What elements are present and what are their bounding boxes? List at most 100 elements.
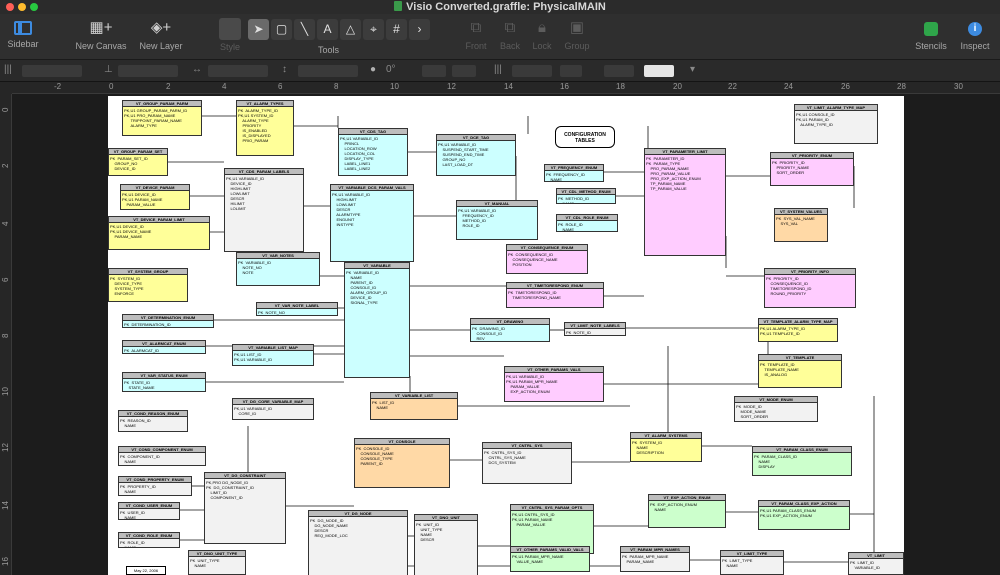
erd-table-vt-variable-list[interactable]: VT_VARIABLE_LIST PK LIST_ID NAME xyxy=(370,392,458,420)
erd-table-vt-variable-dcs-param-vals[interactable]: VT_VARIABLE_DCS_PARAM_VALS PK,U1 VARIABLE… xyxy=(330,184,414,262)
erd-table-vt-variable-list-map[interactable]: VT_VARIABLE_LIST_MAP PK,U1 LIST_ID PK,U1 … xyxy=(232,344,314,366)
erd-table-vt-limit[interactable]: VT_LIMIT PK LIMIT_ID VARIABLE_ID xyxy=(848,552,904,575)
erd-table-vt-cond-reason-enum[interactable]: VT_COND_REASON_ENUM PK REASON_ID NAME xyxy=(118,410,188,432)
erd-table-vt-cond-user-enum[interactable]: VT_COND_USER_ENUM PK USER_ID NAME xyxy=(118,502,180,520)
erd-table-vt-timetorespond-enum[interactable]: VT_TIMETORESPOND_ENUM PK TIMETORESPOND_ID… xyxy=(506,282,604,308)
erd-table-vt-dno-unit[interactable]: VT_DNO_UNIT PK UNIT_ID UNIT_TYPE NAME DES… xyxy=(414,514,478,575)
tools-group: ➤ ▢ ╲ A △ ⌖ # › xyxy=(248,19,430,41)
erd-table-vt-limit-note-labels[interactable]: VT_LIMIT_NOTE_LABELSPK NOTE_ID NOTE xyxy=(564,322,626,336)
align-icon: ||| xyxy=(4,64,12,75)
text-tool-icon[interactable]: A xyxy=(317,19,338,40)
new-layer-button[interactable]: ◈+ New Layer xyxy=(136,18,186,51)
ruler-corner xyxy=(0,82,12,94)
erd-table-vt-cntrl-sys[interactable]: VT_CNTRL_SYS PK CNTRL_SYS_ID CNTRL_SYS_NA… xyxy=(482,442,572,484)
erd-table-vt-cond-role-enum[interactable]: VT_COND_ROLE_ENUM PK ROLE_ID NAME xyxy=(118,532,180,548)
front-button[interactable]: ⧉ Front xyxy=(462,18,490,51)
erd-table-vt-consequence-enum[interactable]: VT_CONSEQUENCE_ENUM PK CONSEQUENCE_ID CON… xyxy=(506,244,588,274)
sidebar-button[interactable]: Sidebar xyxy=(4,18,42,49)
erd-table-vt-dg-node[interactable]: VT_DG_NODE PK DG_NODE_ID DG_NODE_NAME DES… xyxy=(308,510,408,575)
erd-table-vt-var-status-enum[interactable]: VT_VAR_STATUS_ENUM PK STATE_ID STATE_NAME xyxy=(122,372,206,392)
erd-table-vt-cond-property-enum[interactable]: VT_COND_PROPERTY_ENUM PK PROPERTY_ID NAME xyxy=(118,476,192,496)
erd-table-vt-template-alarm-type-map[interactable]: VT_TEMPLATE_ALARM_TYPE_MAP PK,U1 ALARM_TY… xyxy=(758,318,838,342)
back-button[interactable]: ⧉ Back xyxy=(496,18,524,51)
erd-table-vt-limit-alarm-type-map[interactable]: VT_LIMIT_ALARM_TYPE_MAP PK,U1 CONSOLE_ID … xyxy=(794,104,878,144)
new-canvas-button[interactable]: ▦+ New Canvas xyxy=(74,18,128,51)
erd-table-vt-cdl-method-enum[interactable]: VT_CDL_METHOD_ENUM PK METHOD_ID NAME xyxy=(556,188,616,204)
lock-button[interactable]: 🔒︎ Lock xyxy=(528,18,556,51)
shape-tool-icon[interactable]: ▢ xyxy=(271,19,292,40)
erd-table-vt-var-note-label[interactable]: VT_VAR_NOTE_LABELPK NOTE_NO NOTE_NAME xyxy=(256,302,338,316)
erd-table-vt-dg-core-variable-map[interactable]: VT_DG_CORE_VARIABLE_MAP PK,U1 VARIABLE_ID… xyxy=(232,398,314,420)
ruler-tick-label: 6 xyxy=(278,82,283,91)
erd-table-vt-system-group[interactable]: VT_SYSTEM_GROUP PK SYSTEM_ID DEVICE_TYPE … xyxy=(108,268,188,302)
stroke-color-well[interactable] xyxy=(560,65,582,77)
erd-table-vt-device-param[interactable]: VT_DEVICE_PARAM PK,U1 DEVICE_ID PK,U1 PAR… xyxy=(120,184,190,210)
fill-color-well[interactable] xyxy=(644,65,674,77)
diagram-page[interactable]: CONFIGURATION TABLES May 22, 2006 VT_GRO… xyxy=(108,96,904,575)
tools-label: Tools xyxy=(318,45,340,55)
erd-table-vt-drawing[interactable]: VT_DRAWING PK DRAWING_ID CONSOLE_ID REV xyxy=(470,318,550,342)
erd-table-vt-priority-info[interactable]: VT_PRIORITY_INFO PK PRIORITY_ID CONSEQUEN… xyxy=(764,268,856,308)
ruler-tick-label: 8 xyxy=(1,333,10,338)
rotation-knob-icon[interactable]: ● xyxy=(370,64,376,75)
canvas-area[interactable]: CONFIGURATION TABLES May 22, 2006 VT_GRO… xyxy=(12,94,1000,575)
erd-table-vt-dce-tag[interactable]: VT_DCE_TAG PK,U1 VARIABLE_ID SUSPEND_STAR… xyxy=(436,134,516,176)
point-editor-tool-icon[interactable]: ⌖ xyxy=(363,19,384,40)
erd-table-fields: PK ROLE_ID NAME xyxy=(120,540,145,548)
y-position-field[interactable] xyxy=(118,65,178,77)
erd-table-fields: PK,U1 ALARM_TYPE_ID PK,U1 TEMPLATE_ID xyxy=(760,326,806,336)
erd-table-vt-parameter-limit[interactable]: VT_PARAMETER_LIMIT PK PARAMETER_ID PK PAR… xyxy=(644,148,726,256)
erd-table-vt-dno-unit-type[interactable]: VT_DNO_UNIT_TYPE PK UNIT_TYPE NAME xyxy=(188,550,246,575)
erd-table-vt-exp-action-enum[interactable]: VT_EXP_ACTION_ENUM PK EXP_ACTION_ENUM NAM… xyxy=(648,494,726,528)
erd-table-vt-template[interactable]: VT_TEMPLATE PK TEMPLATE_ID TEMPLATE_NAME … xyxy=(758,354,842,388)
pen-tool-icon[interactable]: △ xyxy=(340,19,361,40)
flip-horizontal-button[interactable] xyxy=(422,65,446,77)
erd-table-vt-manual[interactable]: VT_MANUAL PK,U1 VARIABLE_ID FREQUENCY_ID … xyxy=(456,200,538,240)
flip-vertical-button[interactable] xyxy=(452,65,476,77)
erd-table-vt-alarmcat-enum[interactable]: VT_ALARMCAT_ENUMPK ALARMCAT_ID ALARMCAT xyxy=(122,340,206,354)
erd-table-fields: PK,PRO DG_NODE_ID PK DG_CONSTRAINT_ID LI… xyxy=(206,480,255,500)
erd-table-fields: PK,U1 VARIABLE_ID FREQUENCY_ID METHOD_ID… xyxy=(458,208,497,228)
erd-table-vt-cds-param-labels[interactable]: VT_CDS_PARAM_LABELS PK,U1 VARIABLE_ID DEV… xyxy=(224,168,304,252)
x-position-field[interactable] xyxy=(22,65,82,77)
erd-table-vt-cond-component-enum[interactable]: VT_COND_COMPONENT_ENUM PK COMPONENT_ID NA… xyxy=(118,446,206,466)
erd-table-vt-group-param-set[interactable]: VT_GROUP_PARAM_SET PK PARAM_SET_ID GROUP_… xyxy=(108,148,168,176)
erd-table-vt-param-class-exp-action[interactable]: VT_PARAM_CLASS_EXP_ACTION PK,U1 PARAM_CLA… xyxy=(758,500,850,530)
erd-table-vt-var-notes[interactable]: VT_VAR_NOTES PK VARIABLE_ID NOTE_NO NOTE xyxy=(236,252,320,286)
line-tool-icon[interactable]: ╲ xyxy=(294,19,315,40)
erd-table-vt-other-params-valid-vals[interactable]: VT_OTHER_PARAMS_VALID_VALS PK,U1 PARAM_MP… xyxy=(510,546,590,572)
erd-table-vt-variable[interactable]: VT_VARIABLE PK VARIABLE_ID NAME PARENT_ID… xyxy=(344,262,410,378)
erd-table-fields: PK REASON_ID NAME xyxy=(120,418,151,428)
erd-table-vt-device-param-limit[interactable]: VT_DEVICE_PARAM_LIMIT PK,U1 DEVICE_ID PK,… xyxy=(108,216,210,250)
more-tools-chevron-icon[interactable]: › xyxy=(409,19,430,40)
width-field[interactable] xyxy=(208,65,268,77)
selection-tool-icon[interactable]: ➤ xyxy=(248,19,269,40)
erd-table-vt-group-param-parm[interactable]: VT_GROUP_PARAM_PARM PK,U1 GROUP_PARAM_PAR… xyxy=(122,100,202,136)
erd-table-vt-dg-constraint[interactable]: VT_DG_CONSTRAINT PK,PRO DG_NODE_ID PK DG_… xyxy=(204,472,286,544)
erd-table-vt-frequency-enum[interactable]: VT_FREQUENCY_ENUM PK FREQUENCY_ID NAME xyxy=(544,164,604,182)
inspect-button[interactable]: i Inspect xyxy=(956,18,994,51)
erd-table-fields: PK,U1 PARAM_CLASS_ENUM PK,U1 EXP_ACTION_… xyxy=(760,508,816,518)
erd-table-vt-cdl-role-enum[interactable]: VT_CDL_ROLE_ENUM PK ROLE_ID NAME xyxy=(556,214,618,232)
group-button[interactable]: ▣ Group xyxy=(562,18,592,51)
stroke-width-select[interactable] xyxy=(604,65,634,77)
erd-table-vt-mode-enum[interactable]: VT_MODE_ENUM PK MODE_ID MODE_NAME SORT_OR… xyxy=(734,396,818,422)
erd-table-vt-system-values[interactable]: VT_SYSTEM_VALUES PK SYS_VAL_NAME SYS_VAL xyxy=(774,208,828,242)
erd-table-vt-param-class-enum[interactable]: VT_PARAM_CLASS_ENUM PK PARAM_CLASS_ID NAM… xyxy=(752,446,852,476)
erd-table-vt-determination-enum[interactable]: VT_DETERMINATION_ENUM PK DETERMINATION_ID… xyxy=(122,314,214,328)
erd-table-vt-other-params-vals[interactable]: VT_OTHER_PARAMS_VALS PK,U1 VARIABLE_ID PK… xyxy=(504,366,604,402)
erd-table-vt-alarm-systems[interactable]: VT_ALARM_SYSTEMS PK SYSTEM_ID NAME DESCRI… xyxy=(630,432,702,462)
ruler-tick-label: 28 xyxy=(897,82,906,91)
stencils-button[interactable]: Stencils xyxy=(912,18,950,51)
diagram-tool-icon[interactable]: # xyxy=(386,19,407,40)
erd-table-vt-alarm-types[interactable]: VT_ALARM_TYPES PK ALARM_TYPE_ID PK,U1 SYS… xyxy=(236,100,294,156)
erd-table-vt-console[interactable]: VT_CONSOLE PK CONSOLE_ID CONSOLE_NAME CON… xyxy=(354,438,450,488)
height-field[interactable] xyxy=(298,65,358,77)
erd-table-fields: PK,U1 VARIABLE_ID HIGHLIMIT LOWLIMIT DES… xyxy=(332,192,371,227)
style-button[interactable]: Style xyxy=(216,18,244,52)
erd-table-vt-cds-tag[interactable]: VT_CDS_TAG PK,U1 VARIABLE_ID PRINCL LOCAT… xyxy=(338,128,408,176)
erd-table-vt-param-mpr-names[interactable]: VT_PARAM_MPR_NAMES PK PARAM_MPR_NAME PARA… xyxy=(620,546,690,572)
erd-table-vt-priority-enum[interactable]: VT_PRIORITY_ENUM PK PRIORITY_ID PRIORITY_… xyxy=(770,152,854,186)
erd-table-vt-limit-type[interactable]: VT_LIMIT_TYPE PK LIMIT_TYPE NAME xyxy=(720,550,784,575)
stroke-style-select[interactable] xyxy=(512,65,552,77)
